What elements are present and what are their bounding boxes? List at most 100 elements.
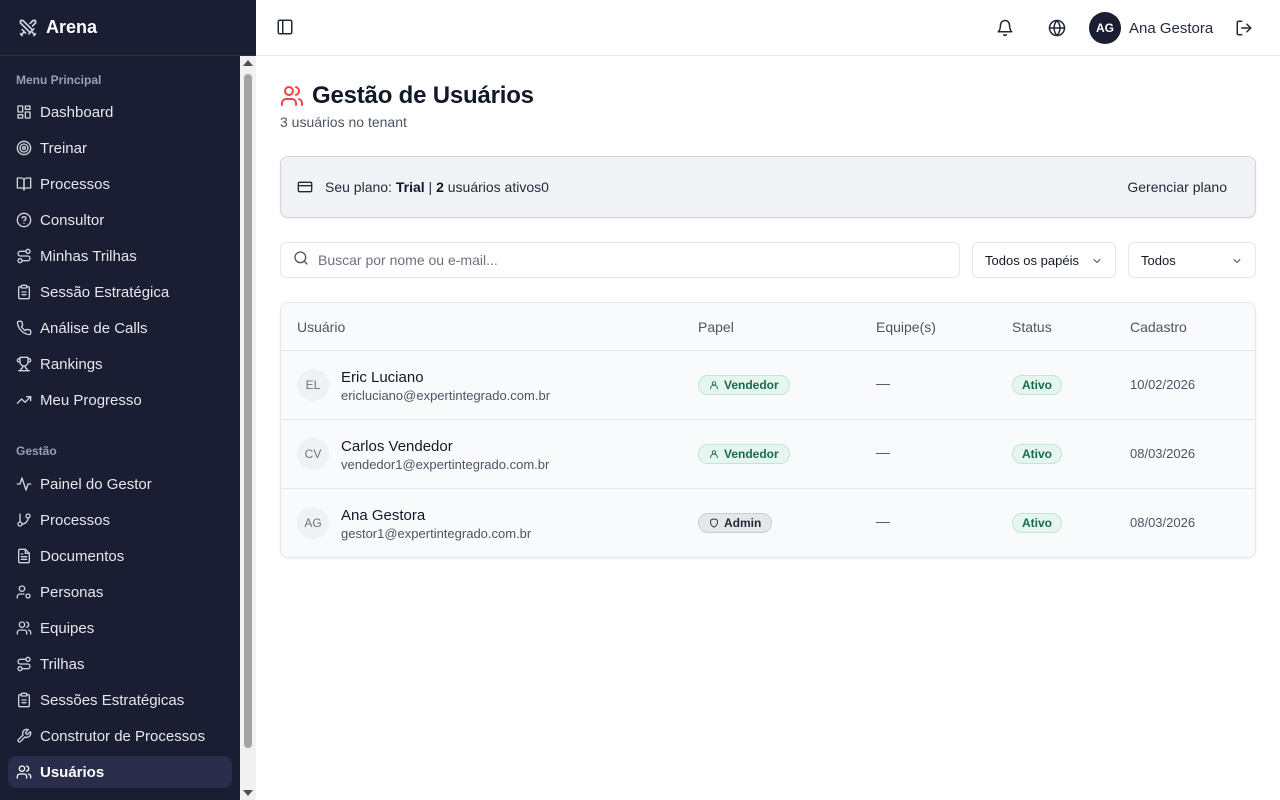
sidebar-item-label: Análise de Calls (40, 319, 148, 337)
sidebar-item-label: Processos (40, 175, 111, 193)
route-icon (16, 656, 32, 672)
role-filter-select[interactable]: Todos os papéis (972, 242, 1116, 278)
user-icon (709, 449, 719, 459)
status-filter-select[interactable]: Todos (1128, 242, 1256, 278)
sidebar-item-label: Trilhas (40, 655, 85, 673)
scroll-thumb[interactable] (244, 74, 252, 748)
sidebar-item-processos[interactable]: Processos (8, 168, 232, 200)
sidebar-item-equipes[interactable]: Equipes (8, 612, 232, 644)
role-badge: Vendedor (698, 375, 790, 395)
active-users-count: 2 (436, 179, 444, 195)
status-badge: Ativo (1012, 375, 1062, 395)
logout-button[interactable] (1235, 19, 1253, 37)
sidebar-item-minhas-trilhas[interactable]: Minhas Trilhas (8, 240, 232, 272)
sidebar-item-label: Dashboard (40, 103, 114, 121)
table-row[interactable]: CV Carlos Vendedor vendedor1@expertintegra… (281, 420, 1255, 489)
sidebar-item-construtor-de-processos[interactable]: Construtor de Processos (8, 720, 232, 752)
sidebar-item-label: Equipes (40, 619, 95, 637)
search-input[interactable] (318, 252, 918, 268)
column-header-role[interactable]: Papel (698, 319, 734, 335)
user-name: Ana Gestora (1129, 19, 1214, 37)
user-name: Carlos Vendedor (341, 438, 453, 455)
role-label: Vendedor (724, 378, 779, 392)
sidebar-item-label: Usuários (40, 763, 105, 781)
section-title-management: Gestão (16, 444, 57, 458)
notifications-button[interactable] (996, 19, 1014, 37)
sidebar-item-rankings[interactable]: Rankings (8, 348, 232, 380)
column-header-status[interactable]: Status (1012, 319, 1052, 335)
sidebar-item-usuarios[interactable]: Usuários (8, 756, 232, 788)
column-header-user[interactable]: Usuário (297, 319, 345, 335)
user-icon (709, 380, 719, 390)
sidebar-item-label: Documentos (40, 547, 125, 565)
manage-plan-button[interactable]: Gerenciar plano (1127, 179, 1227, 195)
file-text-icon (16, 548, 32, 564)
user-name: Ana Gestora (341, 507, 426, 524)
search-box[interactable] (280, 242, 960, 278)
user-cog-icon (16, 584, 32, 600)
trophy-icon (16, 356, 32, 372)
sidebar-item-trilhas[interactable]: Trilhas (8, 648, 232, 680)
app-name: Arena (46, 17, 98, 37)
column-header-date[interactable]: Cadastro (1130, 319, 1187, 335)
user-team: — (876, 513, 890, 529)
column-header-team[interactable]: Equipe(s) (876, 319, 936, 335)
avatar: AG (1089, 12, 1121, 44)
table-row[interactable]: AG Ana Gestora gestor1@expertintegrado.com… (281, 489, 1255, 557)
sidebar-item-meu-progresso[interactable]: Meu Progresso (8, 384, 232, 416)
layout-grid-icon (16, 104, 32, 120)
status-badge: Ativo (1012, 444, 1062, 464)
sidebar-item-analise-de-calls[interactable]: Análise de Calls (8, 312, 232, 344)
sidebar-item-sessoes-estrategicas[interactable]: Sessões Estratégicas (8, 684, 232, 716)
language-button[interactable] (1048, 19, 1066, 37)
registration-date: 08/03/2026 (1130, 515, 1196, 530)
user-name: Eric Luciano (341, 369, 424, 386)
role-badge: Admin (698, 513, 773, 533)
plan-summary: Seu plano: Trial | 2 usuários ativos0 (325, 179, 549, 195)
sidebar-item-label: Sessões Estratégicas (40, 691, 185, 709)
sidebar-item-dashboard[interactable]: Dashboard (8, 96, 232, 128)
log-out-icon (1235, 20, 1253, 41)
sidebar-toggle-button[interactable] (276, 18, 296, 38)
target-icon (16, 140, 32, 156)
scroll-down-arrow[interactable] (243, 790, 253, 796)
status-filter-value: Todos (1141, 252, 1176, 268)
chevron-down-icon (1231, 255, 1243, 267)
sidebar-item-label: Sessão Estratégica (40, 283, 170, 301)
sidebar-item-personas[interactable]: Personas (8, 576, 232, 608)
table-row[interactable]: EL Eric Luciano ericluciano@expertintegrad… (281, 351, 1255, 420)
user-email: vendedor1@expertintegrado.com.br (341, 457, 550, 472)
user-menu[interactable]: AG Ana Gestora (1089, 12, 1213, 44)
sidebar-item-processos[interactable]: Processos (8, 504, 232, 536)
top-bar: AG Ana Gestora (256, 0, 1280, 56)
sidebar-item-label: Rankings (40, 355, 103, 373)
bell-icon (996, 19, 1014, 41)
sidebar-item-consultor[interactable]: Consultor (8, 204, 232, 236)
git-branch-icon (16, 512, 32, 528)
users-icon (16, 764, 32, 780)
clipboard-icon (16, 284, 32, 300)
scroll-up-arrow[interactable] (243, 60, 253, 66)
sidebar-item-label: Construtor de Processos (40, 727, 206, 745)
help-circle-icon (16, 212, 32, 228)
registration-date: 10/02/2026 (1130, 377, 1196, 392)
sidebar-scrollbar[interactable] (240, 56, 256, 800)
user-avatar: CV (297, 438, 329, 470)
table-header: Usuário Papel Equipe(s) Status Cadastro (281, 303, 1255, 351)
sidebar-item-label: Meu Progresso (40, 391, 142, 409)
sidebar-item-label: Treinar (40, 139, 87, 157)
registration-date: 08/03/2026 (1130, 446, 1196, 461)
role-badge: Vendedor (698, 444, 790, 464)
sidebar-item-treinar[interactable]: Treinar (8, 132, 232, 164)
plan-name: Trial (395, 179, 425, 195)
user-email: ericluciano@expertintegrado.com.br (341, 388, 551, 403)
brand[interactable]: Arena (0, 0, 256, 56)
sidebar-item-documentos[interactable]: Documentos (8, 540, 232, 572)
sidebar-item-sessao-estrategica[interactable]: Sessão Estratégica (8, 276, 232, 308)
panel-left-icon (276, 19, 294, 40)
sidebar-item-label: Processos (40, 511, 111, 529)
sidebar-item-painel-do-gestor[interactable]: Painel do Gestor (8, 468, 232, 500)
credit-card-icon (297, 179, 313, 195)
users-icon (280, 84, 304, 108)
sidebar-item-label: Painel do Gestor (40, 475, 152, 493)
